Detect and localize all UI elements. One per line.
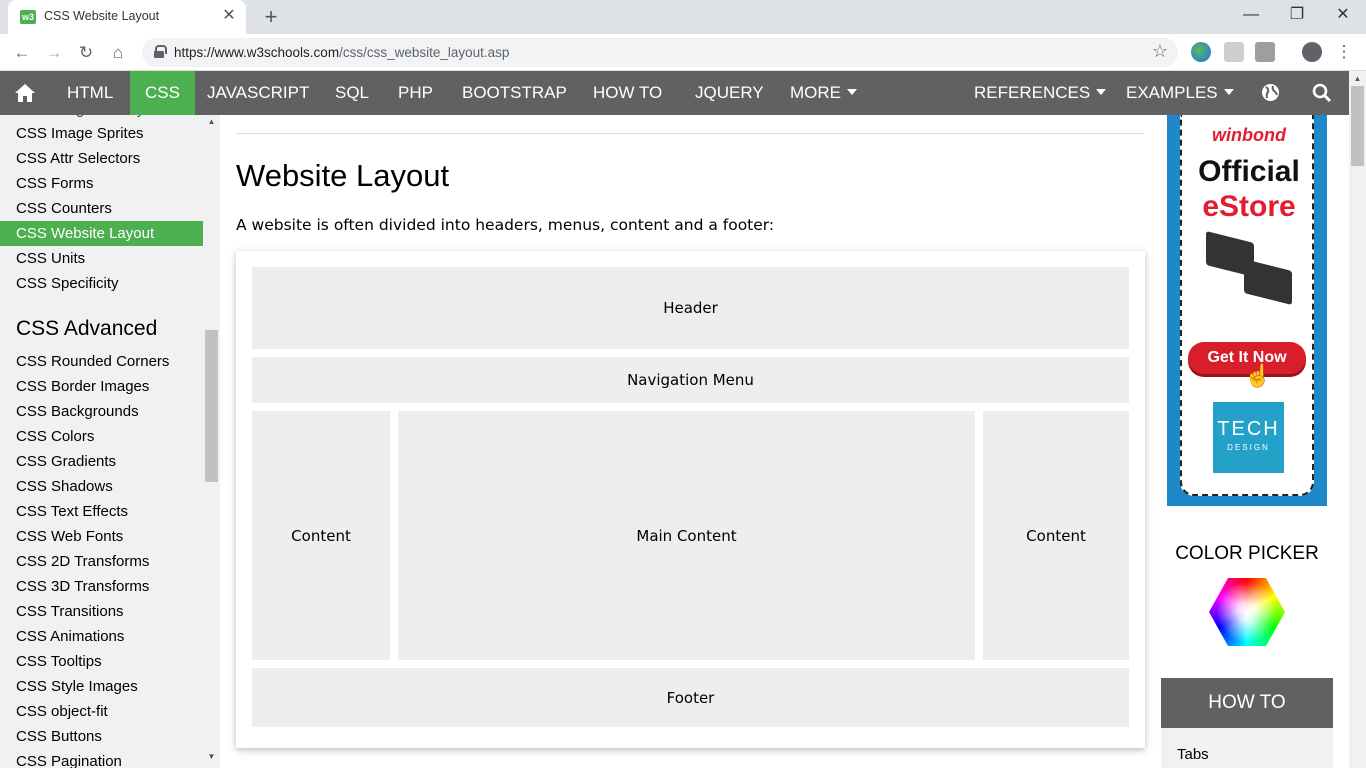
browser-menu-icon[interactable]: ⋮: [1331, 39, 1357, 65]
sidebar-link[interactable]: CSS Image Sprites: [0, 121, 203, 146]
sidebar-link[interactable]: CSS Border Images: [0, 374, 203, 399]
extension-image-icon[interactable]: [1255, 42, 1275, 62]
tab-title: CSS Website Layout: [44, 9, 160, 23]
extension-globe-icon[interactable]: [1191, 42, 1211, 62]
sidebar-link[interactable]: CSS Gradients: [0, 449, 203, 474]
scroll-down-arrow-icon[interactable]: ▼: [205, 752, 218, 761]
color-picker-hexagon-icon[interactable]: [1209, 578, 1285, 646]
nav-jquery[interactable]: JQUERY: [680, 71, 779, 115]
sidebar-link[interactable]: CSS Forms: [0, 171, 203, 196]
demo-footer: Footer: [252, 668, 1129, 727]
lock-icon: [154, 45, 167, 58]
chip-image: [1244, 259, 1292, 305]
extension-pdf-icon[interactable]: [1224, 42, 1244, 62]
sidebar-heading-advanced: CSS Advanced: [16, 317, 158, 340]
sidebar-link[interactable]: CSS Counters: [0, 196, 203, 221]
sidebar-link[interactable]: CSS Specificity: [0, 271, 203, 296]
demo-left-content: Content: [252, 411, 390, 660]
hand-cursor-icon: ☝: [1244, 363, 1272, 388]
globe-icon[interactable]: [1261, 83, 1280, 102]
site-topnav: HTML CSS JAVASCRIPT SQL PHP BOOTSTRAP HO…: [0, 71, 1366, 115]
forward-arrow-icon[interactable]: →: [41, 40, 67, 66]
restore-button[interactable]: ❐: [1274, 4, 1320, 26]
profile-avatar-icon[interactable]: [1302, 42, 1322, 62]
sidebar-link[interactable]: CSS Units: [0, 246, 203, 271]
sidebar-link[interactable]: CSS Attr Selectors: [0, 146, 203, 171]
sidebar-link[interactable]: CSS Pagination: [0, 749, 203, 768]
nav-html[interactable]: HTML: [52, 71, 128, 115]
browser-toolbar: ← → ↻ ⌂ https://www.w3schools.com/css/cs…: [0, 34, 1366, 71]
ad-headline-2: eStore: [1202, 190, 1296, 223]
sidebar-link[interactable]: CSS Transitions: [0, 599, 203, 624]
nav-how-to[interactable]: HOW TO: [578, 71, 677, 115]
tech-design-logo: TECH DESIGN: [1213, 402, 1284, 473]
sidebar-link[interactable]: CSS Text Effects: [0, 499, 203, 524]
search-icon[interactable]: [1312, 83, 1332, 103]
tab-strip: w3 CSS Website Layout ✕ + — ❐ ✕: [0, 0, 1366, 34]
nav-more[interactable]: MORE: [775, 71, 872, 115]
sidebar-link[interactable]: CSS Style Images: [0, 674, 203, 699]
page-title: Website Layout: [236, 158, 450, 193]
sidebar: CSS Image Gallery CSS Image Sprites CSS …: [0, 115, 220, 768]
page-scroll-up-icon[interactable]: ▲: [1349, 74, 1366, 83]
howto-link-tabs[interactable]: Tabs: [1177, 746, 1209, 763]
intro-text: A website is often divided into headers,…: [236, 216, 775, 234]
tech-logo-text: TECH: [1217, 418, 1280, 440]
url-text[interactable]: https://www.w3schools.com/css/css_websit…: [174, 45, 509, 60]
w3schools-favicon-icon: w3: [20, 10, 36, 24]
sidebar-link-active[interactable]: CSS Website Layout: [0, 221, 203, 246]
minimize-button[interactable]: —: [1228, 4, 1274, 26]
page-scrollbar-thumb[interactable]: [1351, 86, 1364, 166]
nav-examples[interactable]: EXAMPLES: [1111, 71, 1249, 115]
ad-brand: winbond: [1212, 125, 1286, 145]
sidebar-link[interactable]: CSS 2D Transforms: [0, 549, 203, 574]
divider: [236, 133, 1144, 134]
demo-navigation-menu: Navigation Menu: [252, 357, 1129, 403]
caret-down-icon: [1223, 89, 1234, 95]
nav-bootstrap[interactable]: BOOTSTRAP: [447, 71, 582, 115]
page-scrollbar[interactable]: [1349, 71, 1366, 768]
nav-references[interactable]: REFERENCES: [959, 71, 1121, 115]
sidebar-link[interactable]: CSS Web Fonts: [0, 524, 203, 549]
home-icon[interactable]: ⌂: [105, 40, 131, 66]
color-picker-title[interactable]: COLOR PICKER: [1161, 543, 1333, 565]
reload-icon[interactable]: ↻: [73, 40, 99, 66]
caret-down-icon: [847, 89, 857, 95]
ad-coupon: winbond Official eStore Get It Now ☝ TEC…: [1180, 115, 1314, 496]
sidebar-link[interactable]: CSS Colors: [0, 424, 203, 449]
demo-main-content: Main Content: [398, 411, 975, 660]
nav-javascript[interactable]: JAVASCRIPT: [192, 71, 324, 115]
caret-down-icon: [1096, 89, 1107, 95]
sidebar-link[interactable]: CSS Rounded Corners: [0, 349, 203, 374]
howto-header: HOW TO: [1161, 678, 1333, 728]
nav-sql[interactable]: SQL: [320, 71, 384, 115]
bookmark-star-icon[interactable]: ☆: [1152, 41, 1168, 62]
sidebar-link[interactable]: CSS Buttons: [0, 724, 203, 749]
address-bar[interactable]: https://www.w3schools.com/css/css_websit…: [142, 38, 1178, 67]
sidebar-link[interactable]: CSS Animations: [0, 624, 203, 649]
nav-php[interactable]: PHP: [383, 71, 448, 115]
sidebar-link[interactable]: CSS Backgrounds: [0, 399, 203, 424]
design-logo-text: DESIGN: [1227, 443, 1270, 452]
demo-right-content: Content: [983, 411, 1129, 660]
ad-headline-1: Official: [1198, 155, 1300, 188]
sidebar-link[interactable]: CSS 3D Transforms: [0, 574, 203, 599]
demo-header: Header: [252, 267, 1129, 349]
browser-tab[interactable]: w3 CSS Website Layout ✕: [8, 0, 246, 34]
site-home-icon[interactable]: [14, 83, 36, 103]
layout-demo: Header Navigation Menu Content Main Cont…: [236, 251, 1145, 748]
scroll-up-arrow-icon[interactable]: ▲: [205, 117, 218, 126]
sidebar-scrollbar-thumb[interactable]: [205, 330, 218, 482]
howto-list: Tabs: [1161, 728, 1333, 768]
sidebar-link[interactable]: CSS object-fit: [0, 699, 203, 724]
new-tab-button[interactable]: +: [259, 4, 283, 30]
nav-css[interactable]: CSS: [130, 71, 195, 115]
sidebar-link[interactable]: CSS Shadows: [0, 474, 203, 499]
sidebar-link[interactable]: CSS Tooltips: [0, 649, 203, 674]
back-arrow-icon[interactable]: ←: [9, 40, 35, 66]
tab-close-icon[interactable]: ✕: [220, 7, 238, 25]
advertisement[interactable]: winbond Official eStore Get It Now ☝ TEC…: [1167, 115, 1327, 506]
window-close-button[interactable]: ✕: [1320, 4, 1366, 26]
